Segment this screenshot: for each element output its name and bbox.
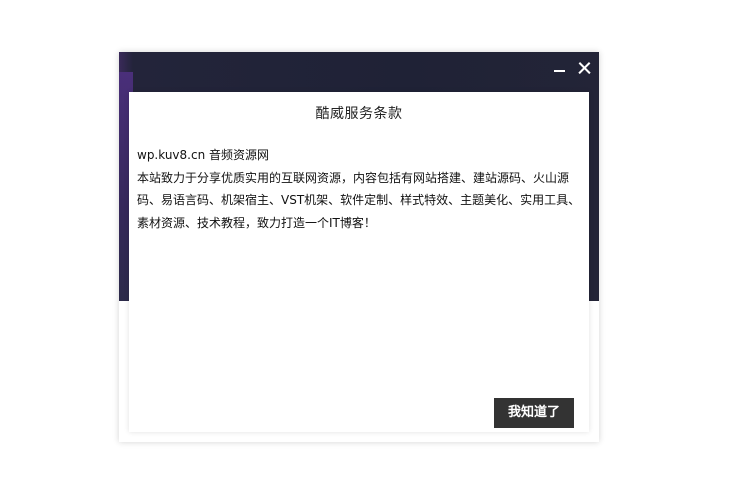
site-description: 本站致力于分享优质实用的互联网资源，内容包括有网站搭建、建站源码、火山源码、易语… — [137, 170, 581, 230]
terms-dialog: 酷威服务条款 wp.kuv8.cn 音频资源网 本站致力于分享优质实用的互联网资… — [119, 52, 599, 442]
close-icon[interactable] — [577, 61, 591, 75]
acknowledge-button[interactable]: 我知道了 — [494, 398, 574, 428]
site-line: wp.kuv8.cn 音频资源网 — [137, 148, 270, 162]
minimize-icon[interactable] — [553, 61, 567, 75]
window-controls — [553, 60, 591, 76]
dialog-title: 酷威服务条款 — [315, 106, 403, 122]
dialog-content-panel: 酷威服务条款 wp.kuv8.cn 音频资源网 本站致力于分享优质实用的互联网资… — [129, 92, 589, 432]
dialog-body: wp.kuv8.cn 音频资源网 本站致力于分享优质实用的互联网资源，内容包括有… — [137, 144, 583, 234]
